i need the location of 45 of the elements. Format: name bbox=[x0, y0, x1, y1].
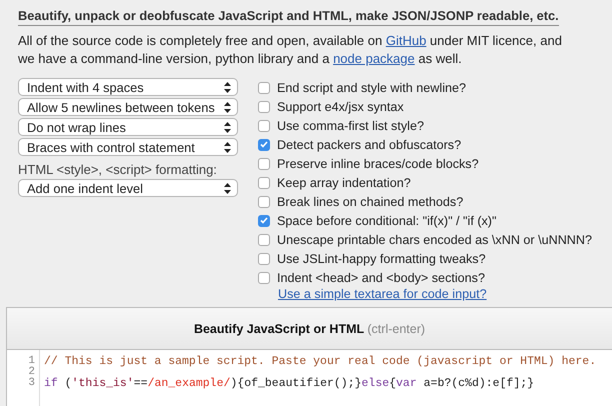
textarea-link[interactable]: Use a simple textarea for code input? bbox=[278, 287, 592, 301]
dropdown-select[interactable]: Add one indent level bbox=[18, 179, 238, 197]
checkbox-label: Unescape printable chars encoded as \xNN or \uNNNN? bbox=[277, 232, 592, 246]
updown-arrows-icon bbox=[224, 102, 231, 112]
dropdown-select[interactable]: Allow 5 newlines between tokens bbox=[18, 98, 238, 116]
checkbox-label: Use JSLint-happy formatting tweaks? bbox=[277, 252, 486, 266]
updown-arrows-icon bbox=[224, 182, 231, 194]
code-input[interactable]: // This is just a sample script. Paste your real code (javascript or HTML) here. if ('this_is'==/an_example/){of_beautifier();}else{var a=b?(c%d):e[f];} bbox=[40, 350, 596, 406]
line-number: 3 bbox=[27, 378, 35, 389]
checkbox-label: Space before conditional: "if(x)" / "if (x)" bbox=[277, 214, 496, 228]
checkbox[interactable] bbox=[258, 138, 270, 150]
checkbox[interactable] bbox=[258, 158, 270, 170]
code-line: // This is just a sample script. Paste your real code (javascript or HTML) here. bbox=[44, 356, 596, 367]
checkbox[interactable] bbox=[258, 196, 270, 208]
checkbox[interactable] bbox=[258, 100, 270, 112]
beautify-button[interactable]: Beautify JavaScript or HTML (ctrl-enter) bbox=[7, 308, 612, 350]
code-line: if ('this_is'==/an_example/){of_beautifier();}else{var a=b?(c%d):e[f];} bbox=[44, 378, 536, 389]
updown-arrows-icon bbox=[224, 122, 231, 132]
checkbox[interactable] bbox=[258, 234, 270, 246]
checkbox-label: Break lines on chained methods? bbox=[277, 194, 464, 208]
dropdown-select[interactable]: Braces with control statement bbox=[18, 138, 238, 156]
page-heading: Beautify, unpack or deobfuscate JavaScript and HTML, make JSON/JSONP readable, etc. bbox=[18, 8, 559, 26]
checkbox-label: Indent <head> and <body> sections? bbox=[277, 270, 485, 284]
checkbox-label: End script and style with newline? bbox=[277, 80, 466, 94]
checkbox[interactable] bbox=[258, 120, 270, 132]
checkbox-label: Keep array indentation? bbox=[277, 176, 411, 190]
checkbox[interactable] bbox=[258, 176, 270, 188]
checkbox-label: Support e4x/jsx syntax bbox=[277, 100, 404, 114]
checkbox[interactable] bbox=[258, 214, 270, 226]
checkbox[interactable] bbox=[258, 252, 270, 264]
updown-arrows-icon bbox=[224, 82, 231, 92]
checkbox-label: Use comma-first list style? bbox=[277, 118, 424, 132]
line-number: 2 bbox=[27, 367, 35, 378]
intro-text: All of the source code is completely free and open, available on GitHub under MIT licence, and we have a command-line version, python library and a node package as well. bbox=[18, 32, 563, 68]
checkbox[interactable] bbox=[258, 272, 270, 284]
updown-arrows-icon bbox=[224, 142, 231, 152]
line-number: 1 bbox=[27, 356, 35, 367]
text-link[interactable]: node package bbox=[333, 51, 415, 66]
text-link[interactable]: GitHub bbox=[386, 33, 426, 48]
checkbox-label: Detect packers and obfuscators? bbox=[277, 138, 462, 152]
checkbox[interactable] bbox=[258, 82, 270, 94]
field-label: HTML <style>, <script> formatting: bbox=[18, 162, 218, 177]
dropdown-select[interactable]: Do not wrap lines bbox=[18, 118, 238, 136]
dropdown-select[interactable]: Indent with 4 spaces bbox=[18, 78, 238, 96]
checkbox-label: Preserve inline braces/code blocks? bbox=[277, 156, 479, 170]
